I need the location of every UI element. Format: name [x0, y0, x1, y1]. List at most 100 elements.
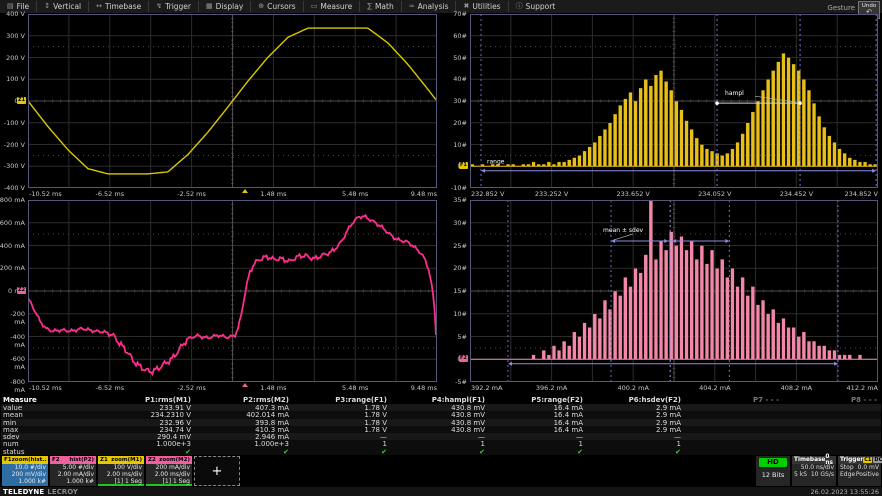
y-tick-label: -600 mA: [0, 355, 25, 371]
menu-item-math[interactable]: ∑Math: [360, 1, 401, 12]
measure-col-header-p5[interactable]: P5:range(F2): [489, 396, 587, 404]
menu-item-label: Display: [216, 2, 244, 11]
menu-item-label: Trigger: [165, 2, 191, 11]
x-tick-label: 5.48 ms: [342, 190, 368, 198]
trigger-level: 0.0 mV: [858, 464, 879, 471]
menu-item-label: Vertical: [53, 2, 81, 11]
measure-col-header-p3[interactable]: P3:range(F1): [293, 396, 391, 404]
y-tick-label: 25#: [441, 242, 467, 250]
measure-col-header-p1[interactable]: P1:rms(M1): [97, 396, 195, 404]
descriptor-line: 2.00 mA/div: [50, 471, 96, 478]
measure-col-header-p6[interactable]: P6:hsdev(F2): [587, 396, 685, 404]
quadrant-tl: [28, 14, 437, 188]
measure-icon: ▭: [311, 3, 318, 10]
x-tick-label: 404.2 mA: [699, 384, 730, 392]
trigger-position-marker[interactable]: [242, 383, 248, 387]
menu-item-label: Measure: [320, 2, 352, 11]
brand-teledyne: TELEDYNE: [3, 488, 44, 496]
menu-item-trigger[interactable]: ↯Trigger: [149, 1, 199, 12]
menu-item-label: Cursors: [267, 2, 296, 11]
y-tick-label: 10#: [441, 310, 467, 318]
timebase-icon: ↔: [96, 3, 102, 10]
descriptor-line: 1.000 k#: [2, 478, 48, 485]
y-tick-label: 50#: [441, 54, 467, 62]
y-tick-label: -5#: [441, 378, 467, 386]
trace-zero-marker-z1[interactable]: Z1: [17, 97, 26, 104]
trace-descriptor-z1[interactable]: Z1zoom(M1)100 V/div2.00 ms/div[1] 1 Seg: [98, 456, 144, 486]
trigger-type: Edge: [840, 471, 855, 478]
descriptor-title: zoom(hist..: [12, 456, 47, 464]
grid-br[interactable]: mean ± sdev: [470, 200, 878, 382]
status-check-icon: ✔: [489, 448, 587, 456]
timebase-rate: 10 GS/s: [811, 471, 834, 478]
y-tick-label: -800 mA: [0, 378, 25, 394]
x-tick-label: 408.2 mA: [781, 384, 812, 392]
x-tick-label: -6.52 ms: [95, 190, 124, 198]
trigger-box[interactable]: Trigger C1 DC Stop 0.0 mV Edge Positive: [838, 456, 881, 486]
y-tick-label: 200 V: [0, 54, 25, 62]
quadrant-tr: rangehampl: [470, 14, 878, 188]
y-tick-label: -10#: [441, 184, 467, 192]
trace-zero-marker-f1[interactable]: F1: [459, 162, 468, 169]
brand-lecroy: LECROY: [47, 488, 78, 496]
y-tick-label: 400 V: [0, 10, 25, 18]
math-icon: ∑: [367, 3, 372, 10]
hd-badge: HD: [759, 458, 787, 467]
x-tick-label: 1.48 ms: [260, 190, 286, 198]
trace-descriptor-f1[interactable]: F1zoom(hist..10.0 #/div200 mV/div1.000 k…: [2, 456, 48, 486]
x-tick-label: 5.48 ms: [342, 384, 368, 392]
status-bar: TELEDYNE LECROY 26.02.2023 13:55:26: [0, 487, 882, 496]
measure-col-header-p7[interactable]: P7 - - -: [685, 396, 783, 404]
descriptor-line: 2.00 ms/div: [146, 471, 192, 478]
menu-item-cursors[interactable]: ⊕Cursors: [251, 1, 303, 12]
trace-descriptor-f2[interactable]: F2hist(P2)5.00 #/div2.00 mA/div1.000 k#: [50, 456, 96, 486]
trace-descriptor-z2[interactable]: Z2zoom(M2)200 mA/div2.00 ms/div[1] 1 Seg: [146, 456, 192, 486]
menu-item-label: Math: [375, 2, 394, 11]
utilities-icon: ✖: [463, 3, 469, 10]
descriptor-id: F1: [4, 456, 12, 464]
menu-item-support[interactable]: ⓘSupport: [509, 1, 563, 12]
measure-col-header-p2[interactable]: P2:rms(M2): [195, 396, 293, 404]
x-tick-label: 234.052 V: [698, 190, 731, 198]
trigger-position-marker[interactable]: [242, 189, 248, 193]
gesture-label: Gesture: [827, 4, 855, 12]
measure-col-header-p4[interactable]: P4:hampl(F1): [391, 396, 489, 404]
descriptor-title: zoom(M1): [111, 456, 142, 464]
y-tick-label: 30#: [441, 219, 467, 227]
x-tick-label: 234.452 V: [780, 190, 813, 198]
grid-bl[interactable]: [28, 200, 437, 382]
y-tick-label: 20#: [441, 119, 467, 127]
descriptor-id: Z2: [148, 456, 156, 464]
menu-item-label: Timebase: [105, 2, 141, 11]
cursors-icon: ⊕: [258, 3, 264, 10]
measure-col-header-p8[interactable]: P8 - - -: [783, 396, 881, 404]
timebase-box[interactable]: Timebase 0 ns 50.0 ns/div 5 kS 10 GS/s: [792, 456, 836, 486]
menu-item-display[interactable]: ▦Display: [199, 1, 251, 12]
x-tick-label: 396.2 mA: [536, 384, 567, 392]
descriptor-line: 1.000 k#: [50, 478, 96, 485]
descriptor-title: hist(P2): [69, 456, 94, 464]
status-check-icon: ✔: [293, 448, 391, 456]
grid-tl[interactable]: [28, 14, 437, 188]
status-check-icon: ✔: [391, 448, 489, 456]
trace-zero-marker-f2[interactable]: F2: [459, 355, 468, 362]
x-tick-label: 9.48 ms: [411, 190, 437, 198]
mean-sdev-annotation-label: mean ± sdev: [603, 227, 643, 234]
grid-tr[interactable]: rangehampl: [470, 14, 878, 188]
y-tick-label: 35#: [441, 196, 467, 204]
x-tick-label: -2.52 ms: [177, 190, 206, 198]
hd-mode-box[interactable]: HD 12 Bits: [756, 456, 790, 486]
y-tick-label: 200 mA: [0, 264, 25, 272]
add-trace-button[interactable]: +: [194, 456, 240, 486]
x-tick-label: 233.252 V: [535, 190, 568, 198]
menu-item-vertical[interactable]: ↕Vertical: [37, 1, 89, 12]
status-check-icon: ✔: [587, 448, 685, 456]
menu-item-measure[interactable]: ▭Measure: [304, 1, 361, 12]
trigger-mode: Stop: [840, 464, 854, 471]
y-tick-label: -400 mA: [0, 333, 25, 349]
trace-zero-marker-z2[interactable]: Z2: [17, 287, 26, 294]
measure-table-title: Measure: [1, 396, 97, 404]
y-tick-label: 15#: [441, 287, 467, 295]
display-icon: ▦: [206, 3, 213, 10]
menu-item-timebase[interactable]: ↔Timebase: [89, 1, 149, 12]
